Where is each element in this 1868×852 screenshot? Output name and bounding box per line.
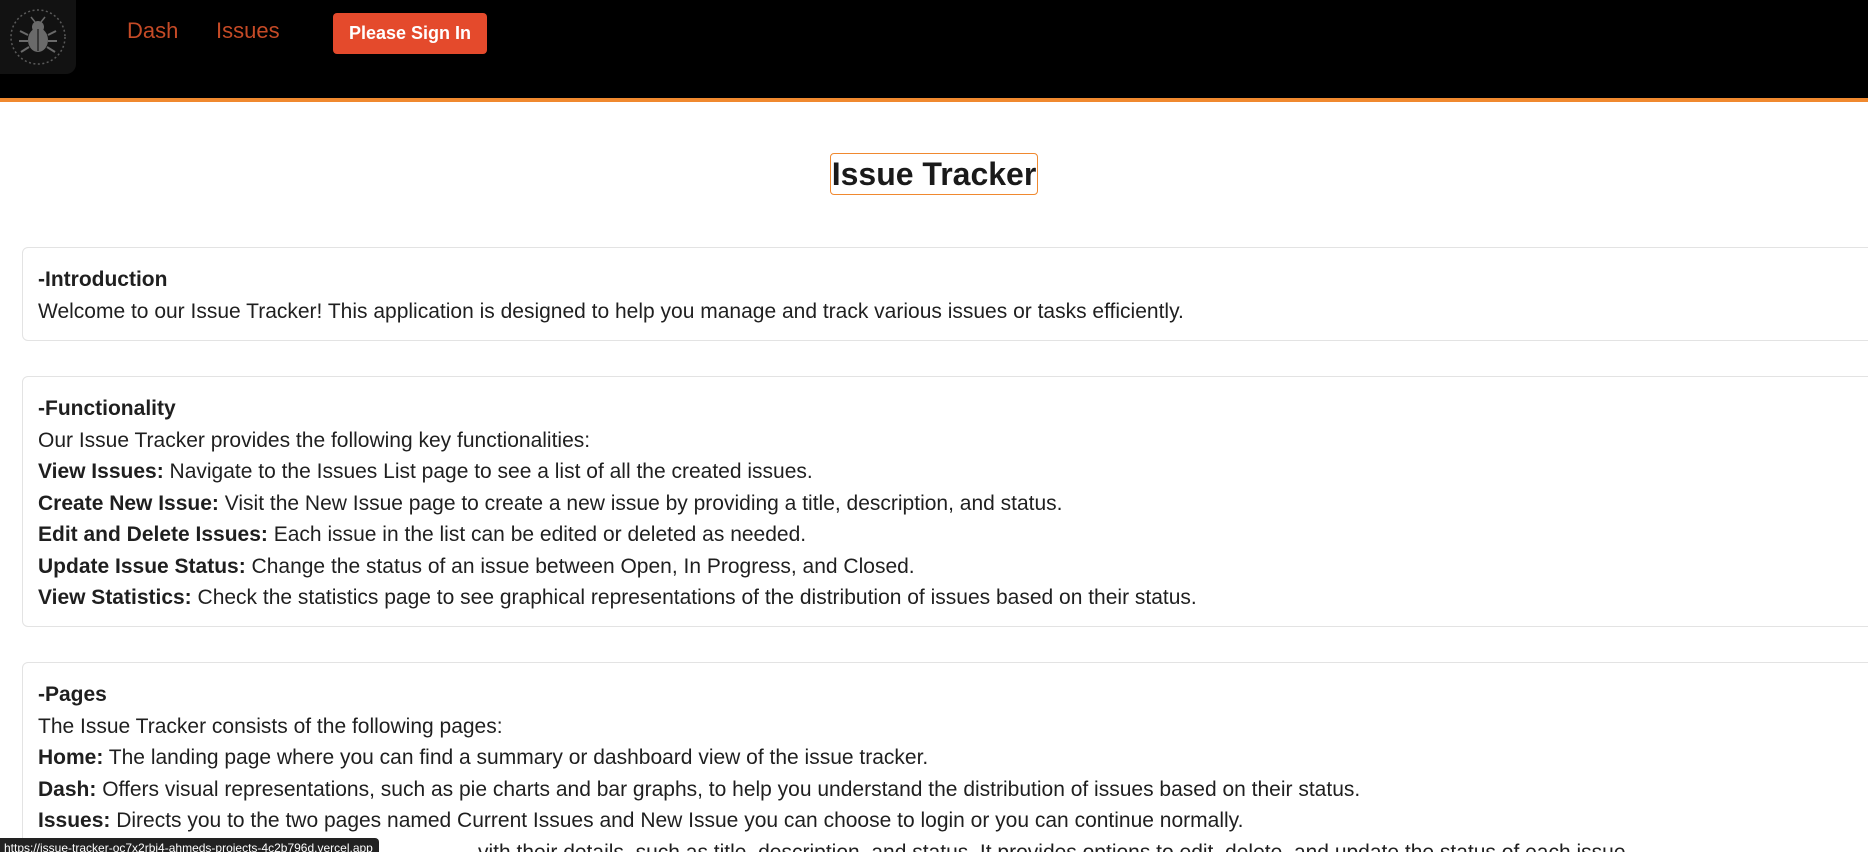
item-text: Change the status of an issue between Op… [245,554,915,578]
nav-link-dash[interactable]: Dash [127,18,178,44]
section-heading: -Pages [38,683,107,706]
item-label: Update Issue Status: [38,554,246,578]
bug-icon [10,9,66,65]
item-text: Navigate to the Issues List page to see … [163,460,813,483]
item-text: Visit the New Issue page to create a new… [218,491,1063,515]
list-item: View Statistics: Check the statistics pa… [38,582,1868,614]
top-navbar: Dash Issues Please Sign In [0,0,1868,102]
section-heading: -Functionality [38,397,176,420]
list-item: Create New Issue: Visit the New Issue pa… [38,488,1868,520]
item-label: Issues: [38,809,111,832]
item-label: Create New Issue: [38,491,219,515]
item-label: Dash: [38,777,97,801]
item-text: Each issue in the list can be edited or … [267,523,807,546]
pages-section: -Pages The Issue Tracker consists of the… [22,662,1868,852]
section-intro: The Issue Tracker consists of the follow… [38,714,503,738]
nav-link-issues[interactable]: Issues [216,18,280,44]
list-item: Issues: Directs you to the two pages nam… [38,805,1868,837]
logo[interactable] [0,0,76,74]
list-item: Home: The landing page where you can fin… [38,742,1868,774]
functionality-section: -Functionality Our Issue Tracker provide… [22,376,1868,627]
introduction-section: -Introduction Welcome to our Issue Track… [22,247,1868,341]
link-preview-tooltip: https://issue-tracker-oc7x2rbi4-ahmeds-p… [0,838,379,852]
page: Dash Issues Please Sign In Issue Tracker… [0,0,1868,852]
page-title: Issue Tracker [829,153,1039,195]
item-text: The landing page where you can find a su… [103,746,929,769]
item-text: Check the statistics page to see graphic… [191,586,1197,609]
item-label: View Statistics: [38,586,192,609]
item-label: Home: [38,746,104,769]
list-item: Dash: Offers visual representations, suc… [38,774,1868,806]
section-intro: Our Issue Tracker provides the following… [38,428,591,452]
item-text: vith their details, such as title, descr… [478,840,1632,852]
list-item: Edit and Delete Issues: Each issue in th… [38,519,1868,551]
item-text: Offers visual representations, such as p… [96,777,1361,801]
item-label: Edit and Delete Issues: [38,523,268,546]
item-text: Directs you to the two pages named Curre… [110,809,1244,832]
list-item: View Issues: Navigate to the Issues List… [38,456,1868,488]
item-label: View Issues: [38,460,164,483]
sign-in-button[interactable]: Please Sign In [333,13,487,54]
section-text: Welcome to our Issue Tracker! This appli… [38,299,1184,323]
title-container: Issue Tracker [0,153,1868,195]
list-item: Update Issue Status: Change the status o… [38,551,1868,583]
section-heading: -Introduction [38,268,168,291]
